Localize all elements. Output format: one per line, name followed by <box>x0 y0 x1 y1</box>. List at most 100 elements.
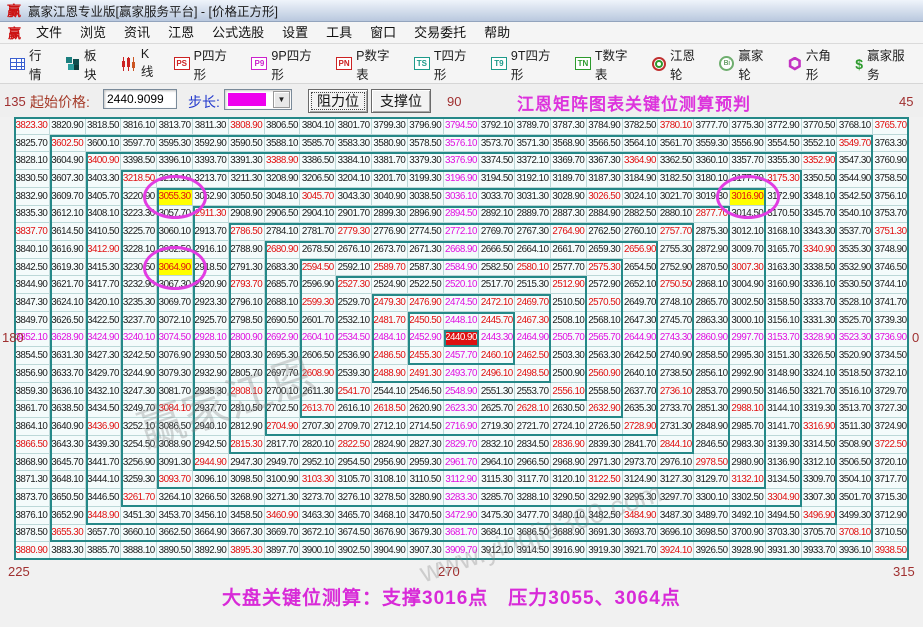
grid-cell: 2611.30 <box>300 382 337 401</box>
menu-item[interactable]: 工具 <box>317 22 361 43</box>
grid-cell: 3580.90 <box>371 134 408 153</box>
grid-cell: 2952.10 <box>300 453 337 472</box>
support-button[interactable]: 支撑位 <box>371 89 431 113</box>
menu-item[interactable]: 浏览 <box>71 22 115 43</box>
grid-cell: 3465.70 <box>336 506 372 525</box>
toolbar-button[interactable]: TS T四方形 <box>408 49 485 82</box>
grid-cell: 2493.70 <box>443 365 480 383</box>
toolbar-button[interactable]: 板块 <box>60 49 115 82</box>
grid-cell: 3475.30 <box>479 506 516 525</box>
grid-cell: 2748.10 <box>658 294 695 312</box>
toolbar-button[interactable]: T9 9T四方形 <box>485 49 569 82</box>
grid-cell: 2889.70 <box>515 205 551 224</box>
grid-cell: 3019.30 <box>694 187 730 206</box>
grid-cell: 2858.50 <box>694 347 730 366</box>
grid-cell: 3177.70 <box>729 170 766 188</box>
grid-cell: 3830.50 <box>14 170 50 188</box>
grid-cell: 3319.30 <box>801 400 838 419</box>
grid-cell: 3108.10 <box>371 471 408 490</box>
grid-cell: 3172.90 <box>765 187 802 206</box>
grid-cell: 3652.90 <box>49 506 86 525</box>
toolbar-button[interactable]: P9 9P四方形 <box>245 49 330 82</box>
toolbar-button[interactable]: K线 <box>115 47 168 79</box>
grid-cell: 3921.70 <box>622 542 659 560</box>
grid-cell: 3820.90 <box>49 117 86 135</box>
toolbar-button[interactable]: 六角形 <box>782 49 849 82</box>
menu-item[interactable]: 窗口 <box>361 22 405 43</box>
grid-cell: 3376.90 <box>443 152 480 171</box>
toolbar-button[interactable]: $ 赢家服务 <box>849 49 923 82</box>
toolbar-button[interactable]: PN P数字表 <box>330 49 408 82</box>
grid-cell: 2488.90 <box>371 365 408 383</box>
grid-cell: 2724.10 <box>550 418 587 436</box>
grid-cell: 2517.70 <box>479 276 516 295</box>
grid-cell: 3484.90 <box>622 506 659 525</box>
grid-cell: 3919.30 <box>586 542 623 560</box>
toolbar-button-label: 9P四方形 <box>271 48 312 82</box>
grid-cell: 3283.30 <box>443 489 480 507</box>
grid-cell: 3232.90 <box>121 276 158 295</box>
grid-cell: 3520.90 <box>837 347 874 366</box>
grid-cell: 3362.50 <box>658 152 695 171</box>
grid-cell: 3156.10 <box>765 311 802 330</box>
grid-cell: 3364.90 <box>622 152 659 171</box>
grid-cell: 2520.10 <box>443 276 480 295</box>
grid-cell: 2536.90 <box>336 347 372 366</box>
grid-cell: 3928.90 <box>729 542 766 560</box>
grid-cell: 3856.90 <box>14 365 50 383</box>
grid-cell: 2760.10 <box>622 223 659 242</box>
grid-cell: 3098.50 <box>228 471 265 490</box>
toolbar-button-label: K线 <box>140 47 154 79</box>
toolbar-button[interactable]: TN T数字表 <box>569 49 646 82</box>
grid-cell: 3309.70 <box>801 471 838 490</box>
grid-cell: 2469.70 <box>515 294 551 312</box>
grid-cell: 3434.50 <box>85 400 122 419</box>
menu-item[interactable]: 帮助 <box>475 22 519 43</box>
toolbar-button[interactable]: 江恩轮 <box>646 49 713 82</box>
grid-cell: 3686.50 <box>515 524 551 543</box>
grid-cell: 3048.10 <box>264 187 301 206</box>
grid-cell: 3482.50 <box>586 506 623 525</box>
grid-cell: 2908.90 <box>228 205 265 224</box>
grid-cell: 3552.10 <box>801 134 838 153</box>
menu-item[interactable]: 文件 <box>27 22 71 43</box>
angle-label-315: 315 <box>893 564 915 579</box>
grid-cell: 2532.10 <box>336 311 372 330</box>
resistance-button[interactable]: 阻力位 <box>308 89 368 113</box>
grid-cell: 2863.30 <box>694 311 730 330</box>
grid-cell: 3196.90 <box>443 170 480 188</box>
grid-cell: 3763.30 <box>873 134 909 153</box>
grid-cell: 3691.30 <box>586 524 623 543</box>
grid-cell: 2570.50 <box>586 294 623 312</box>
toolbar-button[interactable]: PS P四方形 <box>168 49 246 82</box>
grid-cell: 3350.50 <box>801 170 838 188</box>
grid-cell: 2913.70 <box>192 223 229 242</box>
grid-cell: 3741.70 <box>873 294 909 312</box>
grid-cell: 3304.90 <box>765 489 802 507</box>
grid-cell: 2527.30 <box>336 276 372 295</box>
chevron-down-icon[interactable]: ▼ <box>273 91 290 108</box>
step-color-select[interactable]: ▼ <box>224 89 292 110</box>
menu-item[interactable]: 江恩 <box>159 22 203 43</box>
menu-item[interactable]: 设置 <box>273 22 317 43</box>
grid-cell: 3748.90 <box>873 241 909 259</box>
grid-cell: 3556.90 <box>729 134 766 153</box>
grid-cell: 3415.30 <box>85 258 122 277</box>
grid-cell: 3220.90 <box>121 187 158 206</box>
grid-cell: 3511.30 <box>837 418 874 436</box>
grid-cell: 3396.10 <box>157 152 193 171</box>
toolbar-button[interactable]: Bi 赢家轮 <box>713 49 781 82</box>
grid-cell: 3036.10 <box>443 187 480 206</box>
grid-cell: 2956.90 <box>371 453 408 472</box>
start-price-input[interactable] <box>103 89 177 109</box>
grid-cell: 2656.90 <box>622 241 659 259</box>
grid-cell: 3400.90 <box>85 152 122 171</box>
menu-item[interactable]: 交易委托 <box>405 22 475 43</box>
menu-item[interactable]: 公式选股 <box>203 22 273 43</box>
toolbar-button[interactable]: 行情 <box>4 49 60 82</box>
menu-item[interactable]: 资讯 <box>115 22 159 43</box>
title-bar: 赢 赢家江恩专业版[赢家服务平台] - [价格正方形] <box>0 0 923 22</box>
grid-cell: 3321.70 <box>801 382 838 401</box>
grid-cell: 2572.90 <box>586 276 623 295</box>
grid-cell: 3074.50 <box>157 329 193 348</box>
